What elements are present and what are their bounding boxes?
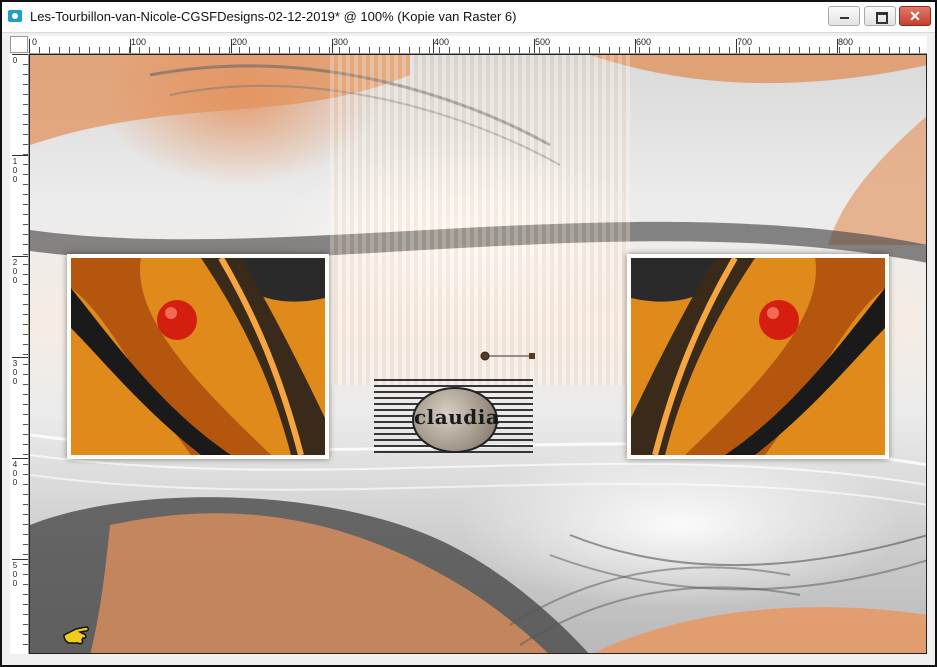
watermark-text: claudia: [414, 405, 500, 429]
framed-image-left: [67, 254, 329, 459]
maximize-button[interactable]: [864, 6, 896, 26]
ruler-label: 300: [12, 359, 18, 386]
ruler-label: 700: [737, 37, 753, 47]
ruler-label: 800: [838, 37, 854, 47]
ruler-label: 200: [232, 37, 248, 47]
image-canvas[interactable]: claudia: [29, 54, 927, 654]
ruler-label: 400: [434, 37, 450, 47]
app-icon: [8, 10, 22, 22]
transform-handle-icon[interactable]: [480, 351, 536, 361]
ruler-label: 500: [535, 37, 551, 47]
ruler-label: 100: [131, 37, 147, 47]
ruler-label: 600: [636, 37, 652, 47]
ruler-label: 0: [12, 56, 18, 65]
horizontal-ruler[interactable]: 0 100 200 300 400 500 600 700 800: [29, 36, 927, 54]
hand-pointer-icon: [63, 626, 89, 645]
framed-image-right: [627, 254, 889, 459]
minimize-button[interactable]: [828, 6, 860, 26]
title-bar[interactable]: Les-Tourbillon-van-Nicole-CGSFDesigns-02…: [2, 2, 935, 33]
watermark-seal: claudia: [412, 387, 500, 453]
ruler-label: 300: [333, 37, 349, 47]
vertical-ruler[interactable]: 0 100 200 300 400 500: [10, 54, 29, 654]
close-button[interactable]: ✕: [899, 6, 931, 26]
ruler-label: 400: [12, 460, 18, 487]
image-window: Les-Tourbillon-van-Nicole-CGSFDesigns-02…: [0, 0, 937, 667]
ruler-label: 200: [12, 258, 18, 285]
abstract-orange-image: [631, 258, 885, 455]
window-title: Les-Tourbillon-van-Nicole-CGSFDesigns-02…: [30, 9, 517, 24]
vertical-stripe-texture: [330, 55, 630, 385]
ruler-label: 0: [32, 37, 38, 47]
ruler-label: 100: [12, 157, 18, 184]
ruler-corner: [10, 36, 28, 53]
ruler-major-ticks: [29, 39, 927, 53]
ruler-label: 500: [12, 561, 18, 588]
abstract-orange-image: [71, 258, 325, 455]
close-icon: ✕: [909, 8, 921, 24]
